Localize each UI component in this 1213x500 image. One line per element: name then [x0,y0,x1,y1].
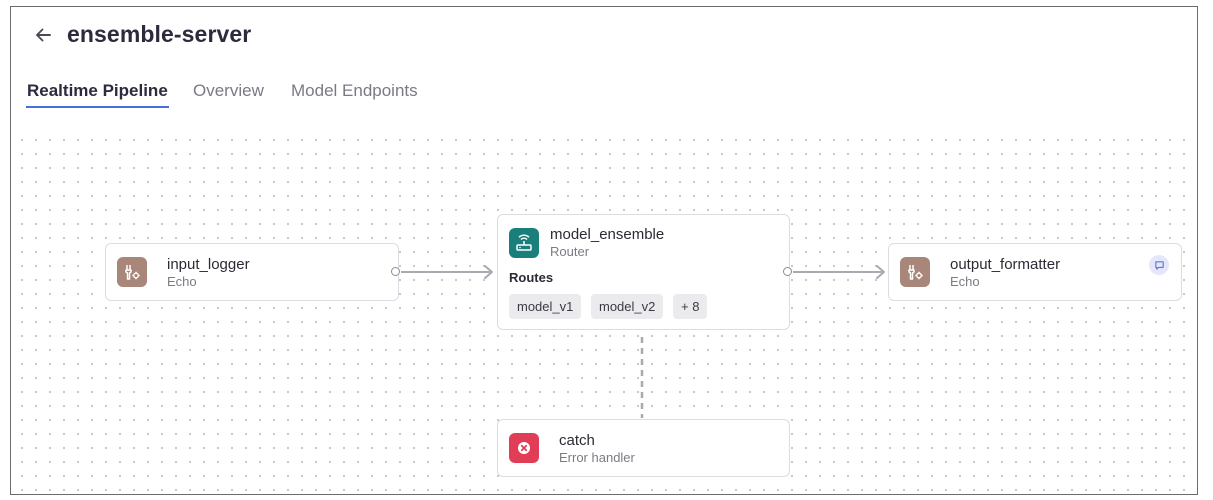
app-window: input_logger Echo model_ensemble Router … [10,6,1198,495]
tab-model-endpoints[interactable]: Model Endpoints [291,81,418,101]
tab-overview[interactable]: Overview [193,81,264,101]
route-chip[interactable]: model_v1 [509,294,582,319]
page-title: ensemble-server [67,21,252,47]
node-type: Router [550,244,590,259]
output-port[interactable] [391,267,400,276]
routes-label: Routes [509,270,554,285]
router-icon [509,228,539,258]
wrench-gear-icon [900,257,930,287]
arrow-left-icon[interactable] [31,23,55,47]
page-header: ensemble-server Realtime Pipeline Overvi… [11,7,1197,129]
node-type: Echo [167,274,197,289]
wrench-gear-icon [117,257,147,287]
node-name: catch [559,432,595,449]
node-name: output_formatter [950,256,1061,273]
node-type: Error handler [559,450,635,465]
route-chip[interactable]: model_v2 [591,294,664,319]
comment-icon[interactable] [1149,255,1169,275]
node-type: Echo [950,274,980,289]
error-x-icon [509,433,539,463]
node-name: input_logger [167,256,250,273]
node-model-ensemble[interactable]: model_ensemble Router Routes model_v1 mo… [497,214,792,330]
tab-realtime-pipeline[interactable]: Realtime Pipeline [27,81,168,101]
output-port[interactable] [783,267,792,276]
node-catch[interactable]: catch Error handler [497,419,790,477]
active-tab-indicator [26,106,169,108]
node-input-logger[interactable]: input_logger Echo [105,243,400,301]
node-output-formatter[interactable]: output_formatter Echo [888,243,1182,301]
node-name: model_ensemble [550,226,665,243]
more-routes-chip[interactable]: + 8 [673,294,708,319]
